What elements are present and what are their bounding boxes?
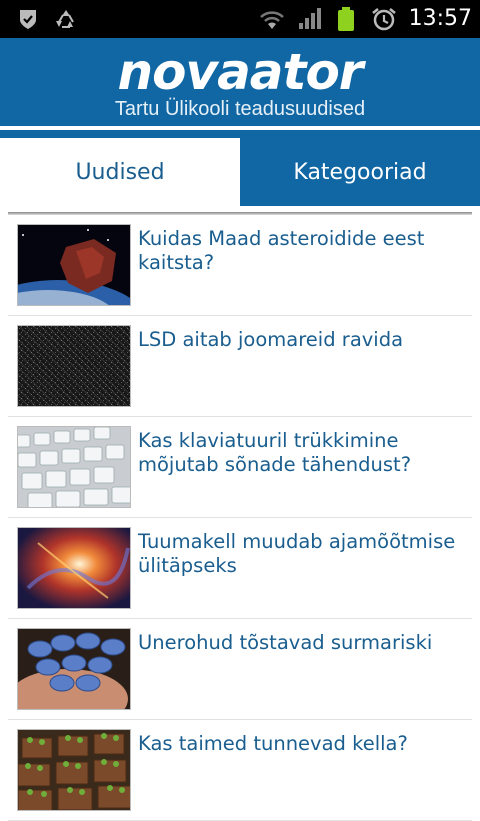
status-time: 13:57 (408, 6, 472, 31)
header-band (0, 130, 480, 138)
tab-bar: Uudised Kategooriad (0, 138, 480, 206)
list-item[interactable]: Unerohud tõstavad surmariski (8, 619, 472, 720)
noise-pattern-image (17, 325, 131, 407)
list-item[interactable]: Kuidas Maad asteroidide eest kaitsta? (8, 215, 472, 316)
wifi-icon (260, 11, 284, 29)
app-subtitle: Tartu Ülikooli teadusuudised (114, 98, 366, 120)
alarm-icon (372, 8, 396, 31)
asteroid-earth-image (17, 224, 131, 306)
article-title: Unerohud tõstavad surmariski (138, 631, 433, 654)
app-logo: novaator (117, 43, 364, 101)
article-title: LSD aitab joomareid ravida (138, 328, 404, 351)
check-shield-icon (20, 10, 36, 29)
signal-icon (299, 8, 321, 29)
pills-image (17, 628, 131, 710)
nebula-image (17, 527, 131, 609)
status-bar: 13:57 (0, 0, 480, 38)
list-item[interactable]: Tuumakell muudab ajamõõtmise ülitäpseks (8, 518, 472, 619)
tab-kategooriad[interactable]: Kategooriad (240, 138, 480, 206)
battery-icon (338, 7, 354, 31)
article-title: Tuumakell muudab ajamõõtmise ülitäpseks (138, 530, 456, 577)
article-title: Kas klaviatuuril trükkimine mõjutab sõna… (138, 429, 412, 476)
recycle-icon (56, 10, 74, 28)
article-title: Kuidas Maad asteroidide eest kaitsta? (138, 227, 425, 274)
article-title: Kas taimed tunnevad kella? (138, 732, 408, 755)
list-item[interactable]: Kas klaviatuuril trükkimine mõjutab sõna… (8, 417, 472, 518)
tab-uudised[interactable]: Uudised (0, 138, 240, 206)
keyboard-image (17, 426, 131, 508)
article-list: Kuidas Maad asteroidide eest kaitsta? LS… (8, 215, 472, 821)
list-item[interactable]: Kas taimed tunnevad kella? (8, 720, 472, 821)
plants-image (17, 729, 131, 811)
list-item[interactable]: LSD aitab joomareid ravida (8, 316, 472, 417)
